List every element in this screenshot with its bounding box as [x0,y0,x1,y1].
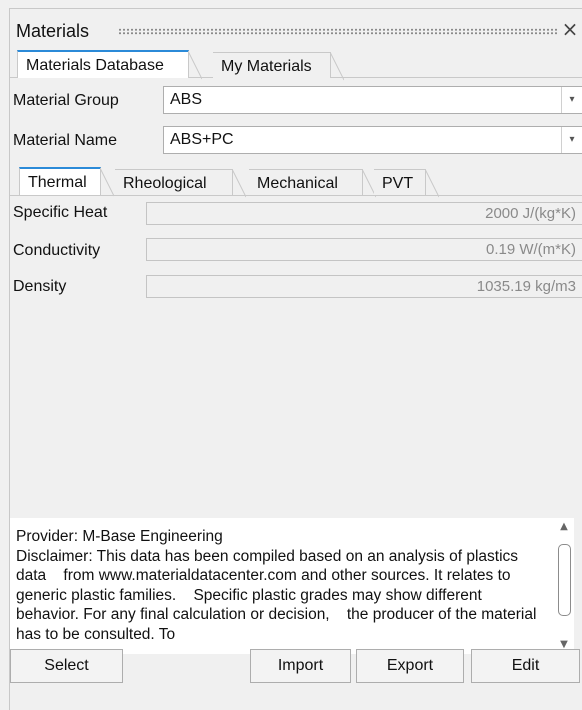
chevron-down-icon[interactable]: ▾ [561,87,582,113]
tab-label: Materials Database [26,57,164,74]
tab-rheological[interactable]: Rheological [115,169,246,198]
specific-heat-value: 2000 J/(kg*K) [485,205,576,222]
materials-panel: Materials × Materials Database My Materi… [9,8,582,710]
scroll-thumb[interactable] [558,544,571,616]
density-value: 1035.19 kg/m3 [476,278,576,295]
tab-thermal[interactable]: Thermal [19,167,114,197]
conductivity-field: 0.19 W/(m*K) [146,238,582,261]
tab-label: Thermal [28,174,87,191]
tab-my-materials[interactable]: My Materials [213,52,344,81]
material-group-select[interactable]: ABS ▾ [163,86,582,114]
select-button[interactable]: Select [10,649,123,683]
provider-disclaimer-textarea[interactable]: Provider: M-Base Engineering Disclaimer:… [10,518,574,654]
tab-edge [232,169,246,198]
material-group-label: Material Group [13,92,119,109]
tab-label: Rheological [123,175,207,192]
scroll-up-icon[interactable]: ▲ [554,518,574,536]
tab-materials-database[interactable]: Materials Database [17,50,202,80]
material-group-value: ABS [170,91,203,108]
tab-edge [425,169,439,198]
material-name-select[interactable]: ABS+PC ▾ [163,126,582,154]
panel-title-bar[interactable]: Materials × [10,9,582,49]
tab-mechanical[interactable]: Mechanical [249,169,376,198]
material-name-value: ABS+PC [170,131,234,148]
tab-pvt[interactable]: PVT [374,169,439,198]
density-field: 1035.19 kg/m3 [146,275,582,298]
edit-button[interactable]: Edit [471,649,580,683]
vertical-scrollbar[interactable]: ▲ ▼ [554,518,574,654]
close-icon[interactable]: × [561,19,579,39]
material-name-label: Material Name [13,132,118,149]
specific-heat-label: Specific Heat [13,204,108,221]
export-button[interactable]: Export [356,649,464,683]
tab-edge [330,52,344,81]
conductivity-value: 0.19 W/(m*K) [485,241,576,258]
density-label: Density [13,278,67,295]
tab-label: My Materials [221,58,312,75]
provider-disclaimer-text: Provider: M-Base Engineering Disclaimer:… [16,528,537,643]
import-button[interactable]: Import [250,649,351,683]
drag-grip[interactable] [118,28,558,35]
panel-title: Materials [16,21,90,41]
tab-edge [188,51,202,80]
tab-edge [100,168,114,197]
chevron-down-icon[interactable]: ▾ [561,127,582,153]
conductivity-label: Conductivity [13,242,101,259]
tab-label: Mechanical [257,175,338,192]
tab-label: PVT [382,175,414,192]
specific-heat-field: 2000 J/(kg*K) [146,202,582,225]
